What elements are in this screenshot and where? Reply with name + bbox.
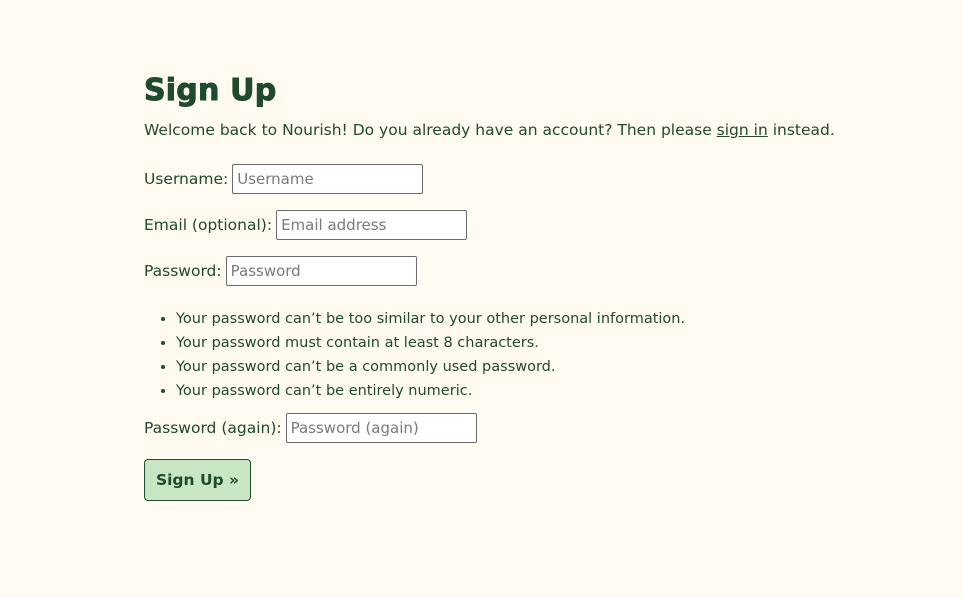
sign-in-link[interactable]: sign in (717, 121, 768, 139)
signup-page: Sign Up Welcome back to Nourish! Do you … (144, 73, 924, 501)
sign-up-button[interactable]: Sign Up » (144, 459, 251, 501)
username-row: Username: (144, 164, 924, 194)
password-row: Password: (144, 256, 924, 286)
password-help-item: Your password can’t be entirely numeric. (176, 379, 924, 403)
password-again-label: Password (again): (144, 419, 282, 437)
password-again-row: Password (again): (144, 413, 924, 443)
password-help-item: Your password can’t be a commonly used p… (176, 355, 924, 379)
intro-text-before: Welcome back to Nourish! Do you already … (144, 121, 717, 139)
password-input[interactable] (225, 256, 417, 286)
username-input[interactable] (232, 164, 424, 194)
signup-form: Username: Email (optional): Password: Yo… (144, 164, 924, 501)
intro-text-after: instead. (767, 121, 835, 139)
password-help-item: Your password must contain at least 8 ch… (176, 331, 924, 355)
password-label: Password: (144, 262, 222, 280)
username-label: Username: (144, 170, 229, 188)
password-again-input[interactable] (285, 413, 477, 443)
intro-text: Welcome back to Nourish! Do you already … (144, 120, 924, 140)
password-help-list: Your password can’t be too similar to yo… (144, 307, 924, 403)
email-input[interactable] (276, 210, 468, 240)
email-label: Email (optional): (144, 216, 273, 234)
email-row: Email (optional): (144, 210, 924, 240)
password-help-item: Your password can’t be too similar to yo… (176, 307, 924, 331)
page-title: Sign Up (144, 73, 277, 108)
